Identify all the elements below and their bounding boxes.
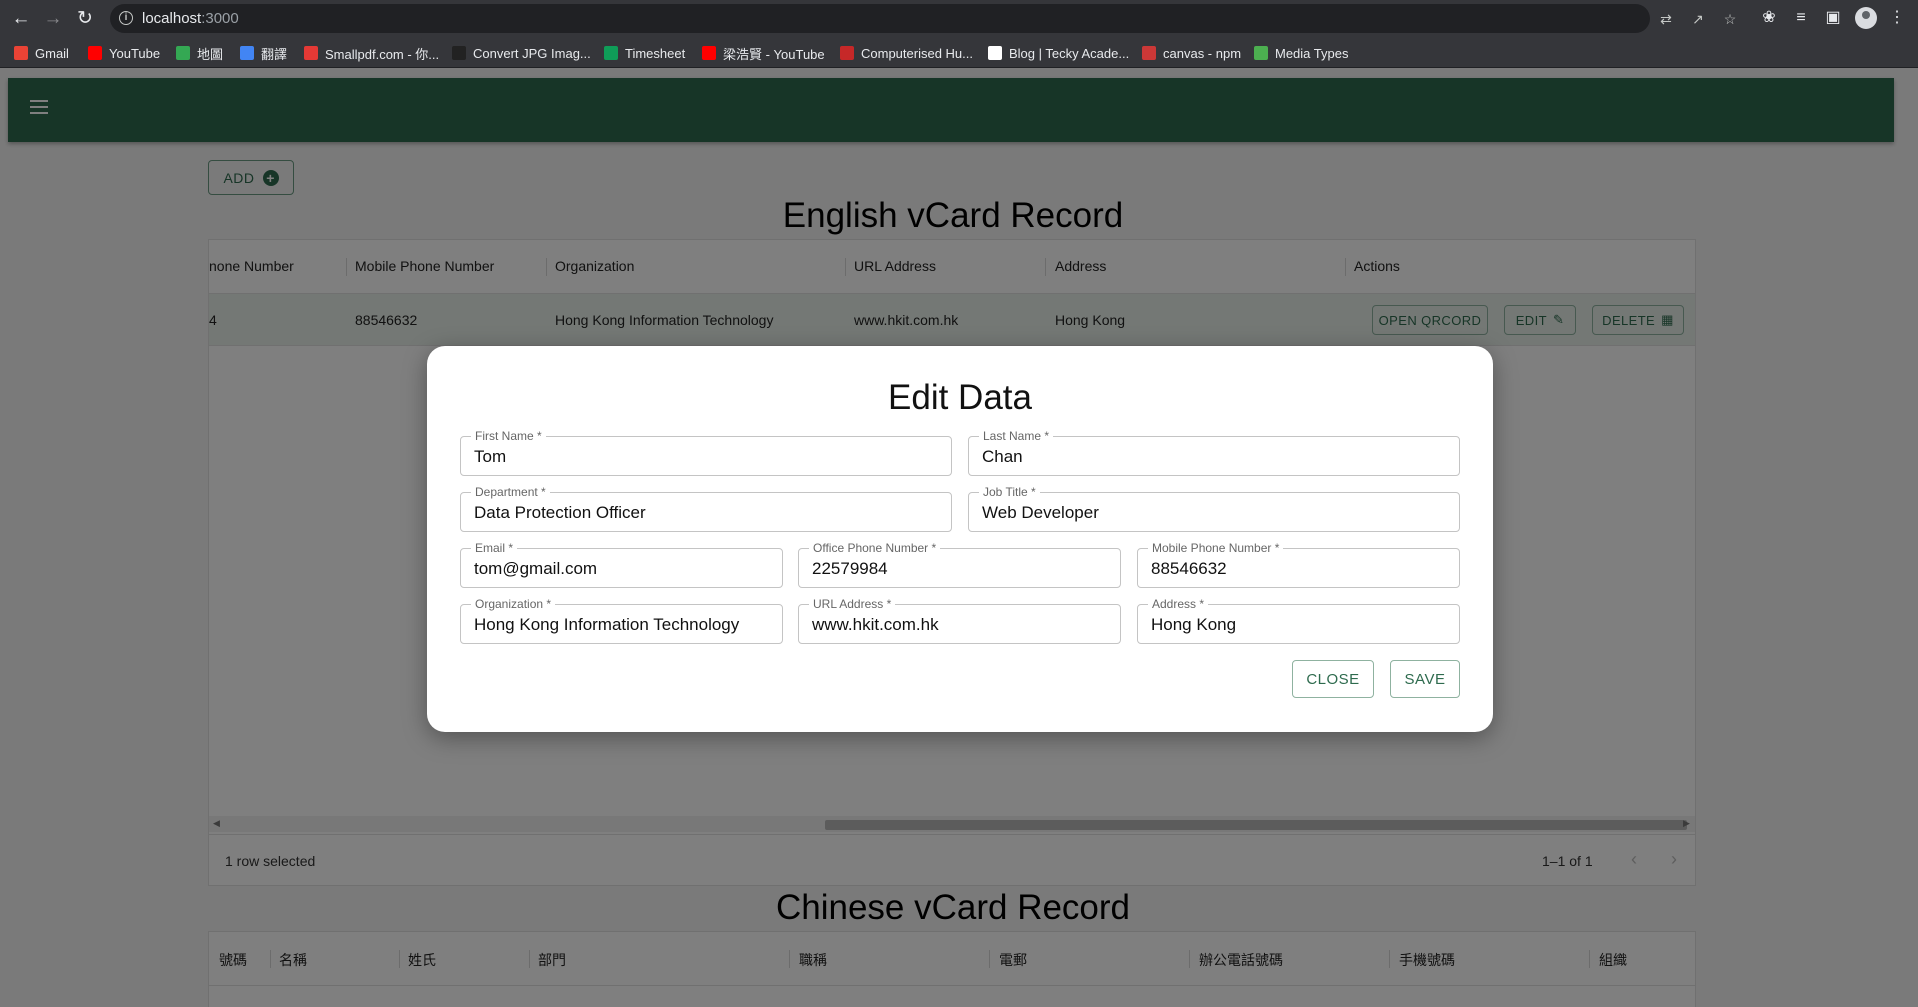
translate-icon[interactable]: ⇄ <box>1658 11 1674 27</box>
bookmark-label: Smallpdf.com - 你... <box>325 46 440 62</box>
bookmark-favicon-icon <box>988 46 1002 60</box>
organization-field[interactable]: Organization * Hong Kong Information Tec… <box>460 597 783 644</box>
bookmark-favicon-icon <box>14 46 28 60</box>
bookmark-item[interactable]: YouTube <box>88 44 160 62</box>
field-value: Hong Kong <box>1151 615 1237 634</box>
field-label: Mobile Phone Number * <box>1148 541 1284 555</box>
side-panel-icon[interactable]: ▣ <box>1822 7 1844 29</box>
reload-icon[interactable]: ↻ <box>74 8 96 30</box>
bookmark-favicon-icon <box>702 46 716 60</box>
dialog-title: Edit Data <box>888 378 1032 417</box>
share-icon[interactable]: ↗ <box>1690 11 1706 27</box>
bookmark-item[interactable]: Gmail <box>14 44 69 62</box>
field-value: www.hkit.com.hk <box>812 615 939 634</box>
close-button[interactable]: CLOSE <box>1292 660 1374 698</box>
bookmark-item[interactable]: Media Types <box>1254 44 1348 62</box>
profile-avatar-icon[interactable] <box>1855 7 1877 29</box>
bookmark-item[interactable]: canvas - npm <box>1142 44 1241 62</box>
bookmark-item[interactable]: Blog | Tecky Acade... <box>988 44 1129 62</box>
office-phone-field[interactable]: Office Phone Number * 22579984 <box>798 541 1121 588</box>
url-address-field[interactable]: URL Address * www.hkit.com.hk <box>798 597 1121 644</box>
extensions-icon[interactable]: ❀ <box>1758 7 1780 29</box>
bookmark-item[interactable]: Smallpdf.com - 你... <box>304 44 439 62</box>
field-label: Email * <box>471 541 518 555</box>
field-label: Office Phone Number * <box>809 541 941 555</box>
bookmark-item[interactable]: 翻譯 <box>240 44 287 62</box>
bookmark-label: Gmail <box>35 45 69 61</box>
email-field[interactable]: Email * tom@gmail.com <box>460 541 783 588</box>
first-name-field[interactable]: First Name * Tom <box>460 429 952 476</box>
address-url[interactable]: localhost:3000 <box>142 10 239 27</box>
bookmark-label: canvas - npm <box>1163 45 1242 61</box>
bookmark-item[interactable]: Computerised Hu... <box>840 44 973 62</box>
forward-icon[interactable]: → <box>42 8 64 30</box>
bookmark-label: Timesheet <box>625 45 686 61</box>
mobile-phone-field[interactable]: Mobile Phone Number * 88546632 <box>1137 541 1460 588</box>
field-label: URL Address * <box>809 597 896 611</box>
bookmark-favicon-icon <box>1254 46 1268 60</box>
bookmark-item[interactable]: Timesheet <box>604 44 685 62</box>
field-value: tom@gmail.com <box>474 559 598 578</box>
bookmark-label: Media Types <box>1275 45 1349 61</box>
back-icon[interactable]: ← <box>10 8 32 30</box>
bookmark-favicon-icon <box>304 46 318 60</box>
field-label: Last Name * <box>979 429 1054 443</box>
field-label: Address * <box>1148 597 1209 611</box>
bookmark-star-icon[interactable]: ☆ <box>1722 11 1738 27</box>
site-info-icon[interactable]: i <box>119 11 133 25</box>
bookmark-label: 梁浩賢 - YouTube <box>723 46 825 62</box>
bookmark-favicon-icon <box>1142 46 1156 60</box>
bookmark-label: Blog | Tecky Acade... <box>1009 45 1130 61</box>
field-value: Hong Kong Information Technology <box>474 615 740 634</box>
bookmark-label: YouTube <box>109 45 161 61</box>
bookmark-label: Convert JPG Imag... <box>473 45 591 61</box>
bookmark-item[interactable]: Convert JPG Imag... <box>452 44 591 62</box>
address-bar[interactable]: i localhost:3000 ⇄ ↗ ☆ <box>110 4 1736 33</box>
edit-data-dialog: Edit Data First Name * Tom Last Name * C… <box>427 346 1493 732</box>
field-value: Chan <box>982 447 1023 466</box>
more-menu-icon[interactable]: ⋮ <box>1886 7 1908 29</box>
address-field[interactable]: Address * Hong Kong <box>1137 597 1460 644</box>
bookmark-favicon-icon <box>840 46 854 60</box>
bookmark-item[interactable]: 梁浩賢 - YouTube <box>702 44 825 62</box>
department-field[interactable]: Department * Data Protection Officer <box>460 485 952 532</box>
field-label: Organization * <box>471 597 556 611</box>
url-port: :3000 <box>201 10 239 27</box>
save-button[interactable]: SAVE <box>1390 660 1460 698</box>
reading-list-icon[interactable]: ≡ <box>1790 7 1812 29</box>
job-title-field[interactable]: Job Title * Web Developer <box>968 485 1460 532</box>
field-value: Web Developer <box>982 503 1099 522</box>
field-label: Job Title * <box>979 485 1040 499</box>
bookmark-favicon-icon <box>240 46 254 60</box>
field-value: Data Protection Officer <box>474 503 646 522</box>
bookmark-favicon-icon <box>176 46 190 60</box>
field-value: 22579984 <box>812 559 888 578</box>
bookmark-favicon-icon <box>88 46 102 60</box>
browser-toolbar: ← → ↻ i localhost:3000 ⇄ ↗ ☆ ❀ ≡ ▣ ⋮ <box>0 0 1918 37</box>
bookmark-label: 地圖 <box>197 46 224 62</box>
bookmark-favicon-icon <box>604 46 618 60</box>
bookmark-label: 翻譯 <box>261 46 288 62</box>
field-label: First Name * <box>471 429 546 443</box>
field-label: Department * <box>471 485 550 499</box>
url-host: localhost <box>142 10 202 27</box>
bookmark-favicon-icon <box>452 46 466 60</box>
bookmark-item[interactable]: 地圖 <box>176 44 223 62</box>
last-name-field[interactable]: Last Name * Chan <box>968 429 1460 476</box>
field-value: Tom <box>474 447 507 466</box>
bookmark-label: Computerised Hu... <box>861 45 973 61</box>
field-value: 88546632 <box>1151 559 1227 578</box>
bookmarks-bar: Gmail YouTube 地圖 翻譯 Smallpdf.com - 你... Conve… <box>0 37 1918 68</box>
